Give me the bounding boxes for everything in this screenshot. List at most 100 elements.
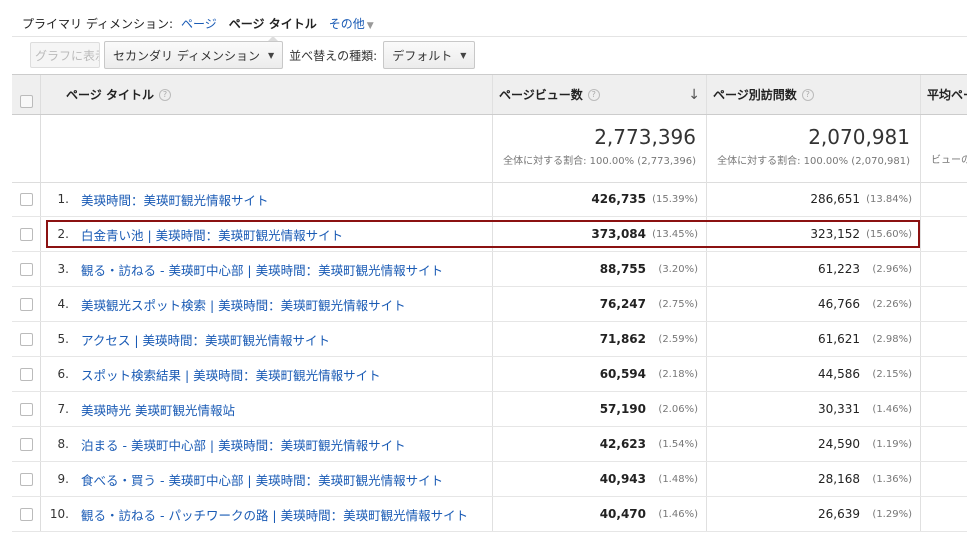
help-icon[interactable]: ? bbox=[158, 88, 171, 101]
table-row: 5. アクセス | 美瑛時間：美瑛町観光情報サイト 71,862 (2.59%) 61,… bbox=[12, 322, 967, 357]
table-row: 8. 泊まる - 美瑛町中心部 | 美瑛時間：美瑛町観光情報サイト 42,623 (1… bbox=[12, 427, 967, 462]
row-pageviews: 76,247 bbox=[599, 297, 646, 311]
primary-dimension-more[interactable]: その他 ▼ bbox=[329, 15, 374, 32]
row-checkbox-cell bbox=[12, 427, 41, 461]
select-all-checkbox[interactable] bbox=[19, 94, 33, 108]
secondary-dimension-dropdown[interactable]: セカンダリ ディメンション ▼ bbox=[104, 41, 284, 69]
row-title-link[interactable]: 美瑛時光 美瑛町観光情報站 bbox=[81, 400, 235, 419]
row-title-cell: 4. 美瑛観光スポット検索 | 美瑛時間：美瑛町観光情報サイト bbox=[41, 287, 493, 321]
row-pageviews-cell: 426,735 (15.39%) bbox=[493, 182, 707, 216]
row-unique-pageviews: 46,766 bbox=[818, 297, 860, 311]
sort-type-label: 並べ替えの種類: bbox=[289, 48, 378, 63]
row-checkbox[interactable] bbox=[19, 438, 33, 451]
row-title-cell: 7. 美瑛時光 美瑛町観光情報站 bbox=[41, 392, 493, 426]
row-unique-pageviews-percent: (2.96%) bbox=[872, 263, 912, 275]
row-title-link[interactable]: 観る・訪ねる - 美瑛町中心部 | 美瑛時間：美瑛町観光情報サイト bbox=[81, 260, 443, 279]
totals-unique-pageviews: 2,070,981 全体に対する割合: 100.00% (2,070,981) bbox=[707, 115, 921, 182]
row-title-cell: 10. 観る・訪ねる - パッチワークの路 | 美瑛時間：美瑛町観光情報サイト bbox=[41, 497, 493, 531]
row-unique-pageviews-cell: 44,586 (2.15%) bbox=[707, 357, 921, 391]
row-title-link[interactable]: 美瑛観光スポット検索 | 美瑛時間：美瑛町観光情報サイト bbox=[81, 295, 406, 314]
row-title-cell: 6. スポット検索結果 | 美瑛時間：美瑛町観光情報サイト bbox=[41, 357, 493, 391]
row-unique-pageviews: 28,168 bbox=[818, 472, 860, 486]
row-checkbox[interactable] bbox=[19, 368, 33, 381]
row-unique-pageviews-percent: (2.26%) bbox=[872, 298, 912, 310]
row-pageviews: 71,862 bbox=[599, 332, 646, 346]
totals-title-cell bbox=[41, 115, 493, 182]
row-title-link[interactable]: アクセス | 美瑛時間：美瑛町観光情報サイト bbox=[81, 330, 330, 349]
row-checkbox[interactable] bbox=[19, 333, 33, 346]
primary-dimension-page-title[interactable]: ページ タイトル bbox=[229, 15, 317, 41]
row-avg-cell bbox=[921, 392, 967, 426]
primary-dimension-label: プライマリ ディメンション: bbox=[22, 16, 174, 31]
row-pageviews-cell: 42,623 (1.54%) bbox=[493, 427, 707, 461]
help-icon[interactable]: ? bbox=[587, 88, 600, 101]
row-unique-pageviews: 24,590 bbox=[818, 437, 860, 451]
row-index: 8. bbox=[57, 437, 69, 451]
row-title-link[interactable]: 食べる・買う - 美瑛町中心部 | 美瑛時間：美瑛町観光情報サイト bbox=[81, 470, 443, 489]
row-pageviews-percent: (1.48%) bbox=[658, 473, 698, 485]
row-unique-pageviews-cell: 46,766 (2.26%) bbox=[707, 287, 921, 321]
row-checkbox-cell bbox=[12, 252, 41, 286]
row-checkbox[interactable] bbox=[19, 403, 33, 416]
row-avg-cell bbox=[921, 497, 967, 531]
row-checkbox[interactable] bbox=[19, 263, 33, 276]
row-title-link[interactable]: 美瑛時間：美瑛町観光情報サイト bbox=[81, 190, 269, 209]
table-row: 7. 美瑛時光 美瑛町観光情報站 57,190 (2.06%) 30,331 (1.46%… bbox=[12, 392, 967, 427]
row-checkbox-cell bbox=[12, 322, 41, 356]
row-pageviews-percent: (1.46%) bbox=[658, 508, 698, 520]
header-avg-time[interactable]: 平均ペー bbox=[921, 75, 967, 114]
row-pageviews-percent: (15.39%) bbox=[652, 193, 698, 205]
row-checkbox-cell bbox=[12, 462, 41, 496]
row-title-cell: 5. アクセス | 美瑛時間：美瑛町観光情報サイト bbox=[41, 322, 493, 356]
row-checkbox-cell bbox=[12, 392, 41, 426]
row-avg-cell bbox=[921, 252, 967, 286]
row-unique-pageviews-cell: 286,651 (13.84%) bbox=[707, 182, 921, 216]
primary-dimension-page[interactable]: ページ bbox=[181, 15, 217, 32]
table-row: 3. 観る・訪ねる - 美瑛町中心部 | 美瑛時間：美瑛町観光情報サイト 88,75… bbox=[12, 252, 967, 287]
header-unique-pageviews[interactable]: ページ別訪問数? bbox=[707, 75, 921, 114]
sort-descending-icon: ↓ bbox=[688, 87, 700, 103]
table-row: 9. 食べる・買う - 美瑛町中心部 | 美瑛時間：美瑛町観光情報サイト 40,94… bbox=[12, 462, 967, 497]
totals-row: 2,773,396 全体に対する割合: 100.00% (2,773,396) … bbox=[12, 115, 967, 183]
header-pageviews[interactable]: ページビュー数? ↓ bbox=[493, 75, 707, 114]
header-checkbox-cell bbox=[12, 75, 41, 114]
totals-check-cell bbox=[12, 115, 41, 182]
row-index: 1. bbox=[57, 192, 69, 206]
row-pageviews-cell: 40,943 (1.48%) bbox=[493, 462, 707, 496]
row-unique-pageviews-cell: 61,621 (2.98%) bbox=[707, 322, 921, 356]
row-index: 5. bbox=[57, 332, 69, 346]
row-checkbox[interactable] bbox=[19, 508, 33, 521]
row-checkbox[interactable] bbox=[19, 193, 33, 206]
row-pageviews-percent: (13.45%) bbox=[652, 228, 698, 240]
row-unique-pageviews-percent: (13.84%) bbox=[866, 193, 912, 205]
sort-type-value: デフォルト bbox=[392, 48, 453, 63]
row-index: 2. bbox=[57, 227, 69, 241]
row-pageviews-percent: (1.54%) bbox=[658, 438, 698, 450]
row-title-link[interactable]: 泊まる - 美瑛町中心部 | 美瑛時間：美瑛町観光情報サイト bbox=[81, 435, 406, 454]
chevron-down-icon: ▼ bbox=[366, 20, 374, 31]
row-avg-cell bbox=[921, 182, 967, 216]
row-pageviews-cell: 71,862 (2.59%) bbox=[493, 322, 707, 356]
row-pageviews-percent: (2.75%) bbox=[658, 298, 698, 310]
divider bbox=[12, 36, 967, 37]
row-pageviews: 42,623 bbox=[599, 437, 646, 451]
sort-type-dropdown[interactable]: デフォルト ▼ bbox=[383, 41, 476, 69]
row-pageviews-cell: 373,084 (13.45%) bbox=[493, 217, 707, 251]
help-icon[interactable]: ? bbox=[801, 88, 814, 101]
row-index: 4. bbox=[57, 297, 69, 311]
row-checkbox[interactable] bbox=[19, 228, 33, 241]
table-row: 10. 観る・訪ねる - パッチワークの路 | 美瑛時間：美瑛町観光情報サイト 40… bbox=[12, 497, 967, 532]
header-title[interactable]: ページ タイトル? bbox=[41, 75, 493, 114]
row-title-link[interactable]: 白金青い池 | 美瑛時間：美瑛町観光情報サイト bbox=[81, 225, 343, 244]
row-title-link[interactable]: 観る・訪ねる - パッチワークの路 | 美瑛時間：美瑛町観光情報サイト bbox=[81, 505, 468, 524]
row-checkbox-cell bbox=[12, 497, 41, 531]
row-pageviews: 426,735 bbox=[591, 192, 646, 206]
row-index: 3. bbox=[57, 262, 69, 276]
row-title-link[interactable]: スポット検索結果 | 美瑛時間：美瑛町観光情報サイト bbox=[81, 365, 381, 384]
total-pageviews-percent: 全体に対する割合: 100.00% (2,773,396) bbox=[503, 156, 696, 167]
plot-rows-button[interactable]: グラフに表示 bbox=[30, 42, 100, 68]
row-checkbox[interactable] bbox=[19, 473, 33, 486]
header-title-label: ページ タイトル bbox=[66, 88, 154, 102]
total-avg-percent: ビューの bbox=[931, 155, 967, 166]
row-checkbox[interactable] bbox=[19, 298, 33, 311]
